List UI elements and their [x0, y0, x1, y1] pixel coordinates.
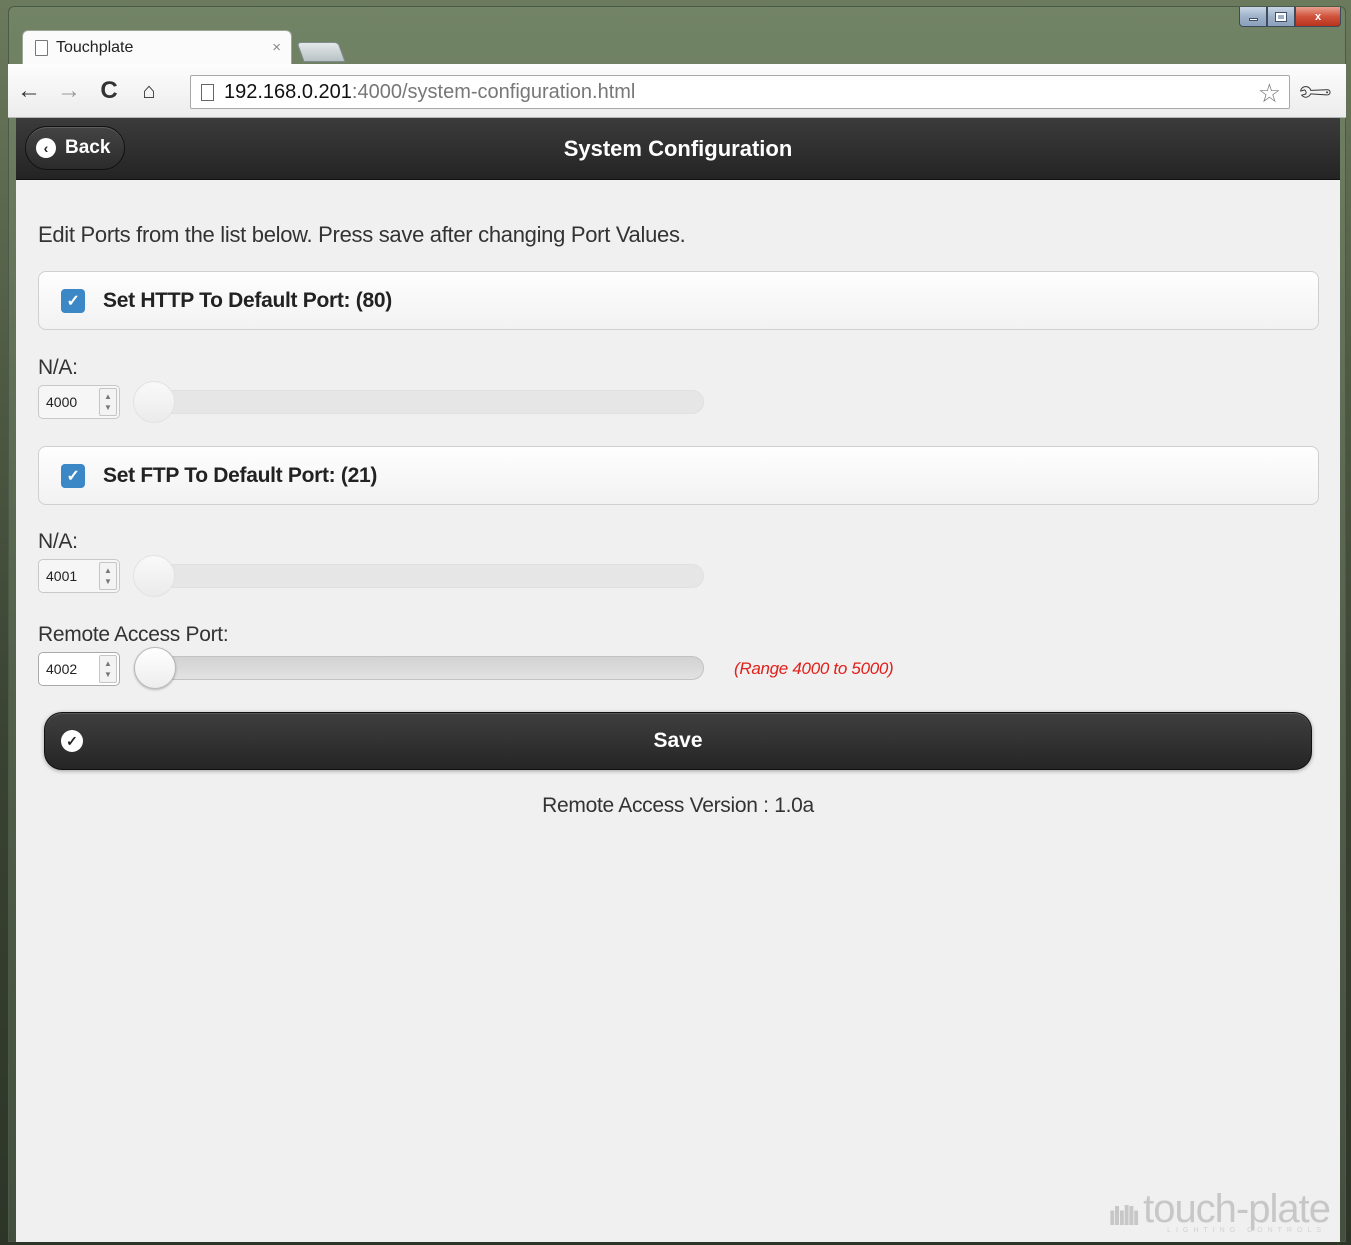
wrench-icon[interactable]: 🔧︎: [1294, 71, 1336, 113]
spinner-arrows-icon[interactable]: ▲ ▼: [99, 562, 117, 590]
check-icon: ✓: [61, 730, 83, 752]
browser-toolbar: ← → C ⌂ 192.168.0.201:4000/system-config…: [8, 64, 1346, 118]
ftp-port-input[interactable]: 4001 ▲ ▼: [38, 559, 120, 593]
version-text: Remote Access Version : 1.0a: [542, 794, 814, 817]
back-label: Back: [65, 137, 111, 158]
ftp-default-checkbox[interactable]: ✓ Set FTP To Default Port: (21): [38, 446, 1319, 505]
range-note: (Range 4000 to 5000): [734, 659, 894, 678]
ftp-checkbox-label: Set FTP To Default Port: (21): [103, 463, 378, 487]
address-bar[interactable]: 192.168.0.201:4000/system-configuration.…: [190, 75, 1290, 109]
page-title: System Configuration: [563, 135, 793, 161]
slider-handle[interactable]: [133, 555, 175, 597]
maximize-button[interactable]: [1267, 7, 1295, 27]
http-port-label: N/A:: [38, 356, 78, 379]
page-icon: [35, 39, 48, 56]
remote-port-label: Remote Access Port:: [38, 623, 229, 646]
close-window-button[interactable]: x: [1295, 7, 1341, 27]
remote-port-value: 4002: [46, 661, 78, 677]
slider-handle[interactable]: [133, 381, 175, 423]
new-tab-button[interactable]: [296, 42, 346, 62]
checkbox-checked-icon: ✓: [61, 463, 85, 488]
home-icon[interactable]: ⌂: [130, 73, 168, 109]
logo-subtext: LIGHTING CONTROLS: [1167, 1227, 1326, 1234]
forward-arrow-icon[interactable]: →: [50, 73, 88, 109]
maximize-icon: [1275, 11, 1287, 22]
remote-port-slider[interactable]: [134, 647, 704, 689]
page-content: ‹ Back System Configuration Edit Ports f…: [16, 118, 1340, 1242]
spinner-arrows-icon[interactable]: ▲ ▼: [99, 388, 117, 416]
logo-bars-icon: ıIılIı: [1108, 1200, 1140, 1231]
url-host: 192.168.0.201: [224, 80, 352, 103]
tab-close-icon[interactable]: ×: [272, 39, 281, 56]
ftp-port-value: 4001: [46, 568, 78, 584]
save-button[interactable]: ✓ Save: [44, 712, 1312, 770]
intro-text: Edit Ports from the list below. Press sa…: [38, 222, 686, 247]
spinner-arrows-icon[interactable]: ▲ ▼: [99, 655, 117, 683]
remote-port-input[interactable]: 4002 ▲ ▼: [38, 652, 120, 686]
close-icon: x: [1314, 10, 1322, 23]
touchplate-logo: ıIılIı touch-plate LIGHTING CONTROLS: [1108, 1187, 1331, 1234]
minimize-button[interactable]: [1239, 7, 1267, 27]
tab-title: Touchplate: [56, 38, 134, 56]
slider-handle[interactable]: [134, 647, 177, 689]
checkbox-checked-icon: ✓: [61, 288, 85, 313]
http-port-input[interactable]: 4000 ▲ ▼: [38, 385, 120, 419]
bookmark-star-icon[interactable]: ☆: [1258, 78, 1281, 109]
ftp-port-label: N/A:: [38, 530, 78, 553]
logo-text: touch-plate: [1143, 1187, 1331, 1231]
http-port-slider[interactable]: [133, 381, 704, 423]
url-path: :4000/system-configuration.html: [351, 80, 636, 103]
http-default-checkbox[interactable]: ✓ Set HTTP To Default Port: (80): [38, 271, 1319, 330]
reload-icon[interactable]: C: [90, 73, 128, 109]
http-port-value: 4000: [46, 394, 78, 410]
save-label: Save: [653, 729, 703, 752]
browser-tab[interactable]: Touchplate ×: [22, 30, 292, 64]
http-checkbox-label: Set HTTP To Default Port: (80): [103, 288, 392, 312]
window-controls: x: [1239, 7, 1341, 29]
ftp-port-slider[interactable]: [133, 555, 704, 597]
back-arrow-icon[interactable]: ←: [10, 73, 48, 109]
back-button[interactable]: ‹ Back: [25, 126, 126, 170]
page-icon: [201, 83, 214, 101]
chevron-left-icon: ‹: [36, 138, 56, 158]
page-header: ‹ Back System Configuration: [16, 118, 1340, 180]
minimize-icon: [1248, 18, 1258, 21]
